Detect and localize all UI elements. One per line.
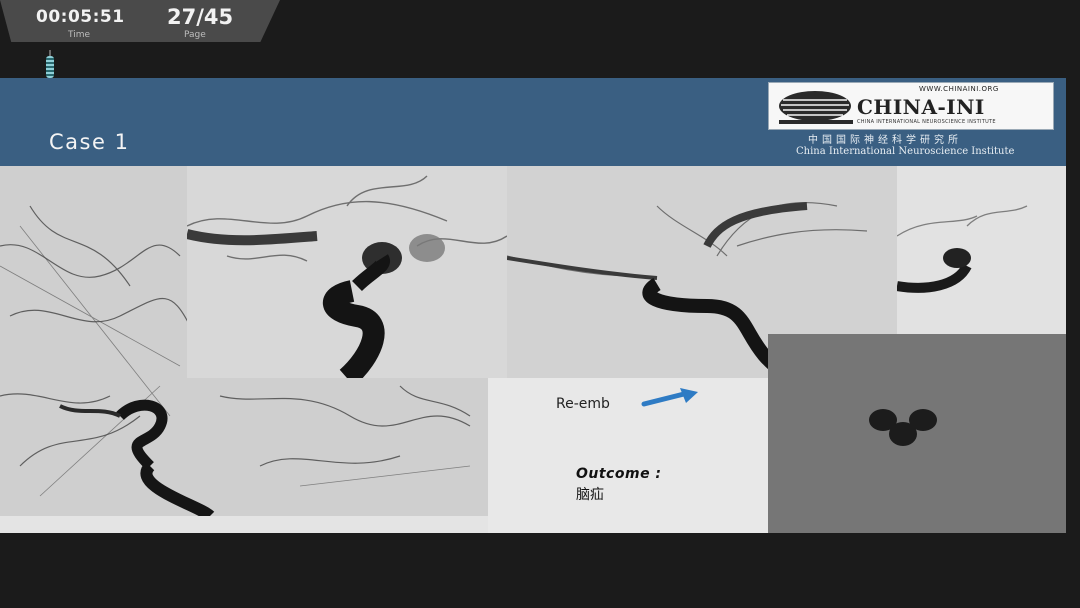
arrow-right-icon: [641, 388, 698, 407]
china-ini-logo: WWW.CHINAINI.ORG CHINA-INI CHINA INTERNA…: [768, 82, 1054, 130]
brain-logo-icon: [779, 91, 853, 124]
institute-name-chinese: 中国国际神经科学研究所: [808, 135, 962, 146]
slide-title: Case 1: [49, 130, 130, 154]
outcome-label: Outcome :: [576, 466, 662, 482]
angiogram-frontal-small: [897, 166, 1066, 334]
elapsed-time: 00:05:51: [36, 7, 125, 27]
angiogram-frontal-aneurysm: [187, 166, 507, 378]
presentation-slide: Case 1 WWW.CHINAINI.ORG CHINA-INI CHINA …: [0, 78, 1066, 533]
reemb-label: Re-emb: [556, 396, 610, 412]
institute-name-english: China International Neuroscience Institu…: [796, 146, 1015, 157]
caption-area: Re-emb Outcome : 脑疝: [488, 378, 768, 533]
slide-header: Case 1 WWW.CHINAINI.ORG CHINA-INI CHINA …: [0, 78, 1066, 166]
page-counter-label: Page: [184, 30, 206, 40]
logo-name: CHINA-INI: [857, 95, 985, 119]
volume-slider-knob[interactable]: [46, 56, 54, 78]
outcome-value: 脑疝: [576, 487, 604, 503]
page-counter: 27/45: [167, 5, 234, 29]
logo-tagline: CHINA INTERNATIONAL NEUROSCIENCE INSTITU…: [857, 119, 996, 125]
elapsed-time-label: Time: [68, 30, 91, 40]
xray-coil-mass: [768, 334, 1066, 533]
logo-url: WWW.CHINAINI.ORG: [919, 85, 999, 93]
